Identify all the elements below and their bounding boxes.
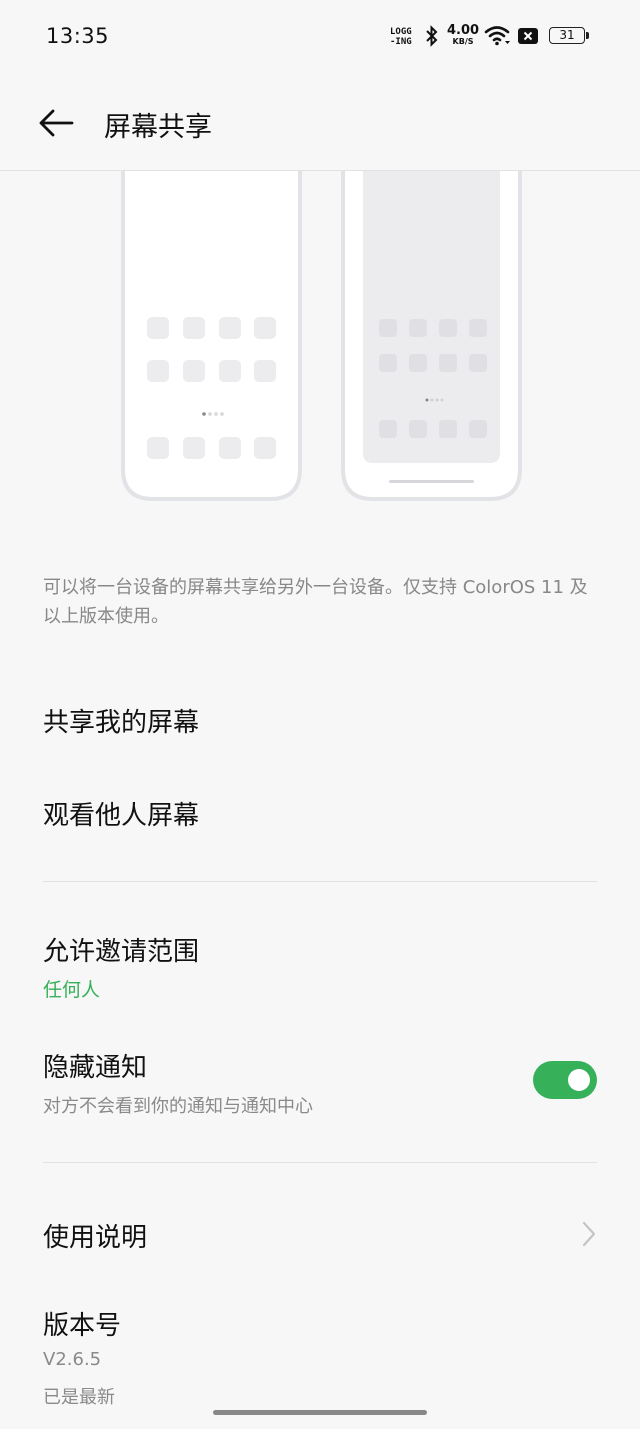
toggle-knob	[568, 1069, 590, 1091]
invite-scope-item[interactable]: 允许邀请范围	[43, 931, 199, 968]
bluetooth-icon	[426, 25, 438, 47]
status-time: 13:35	[46, 24, 110, 48]
network-speed: 4.00 KB/S	[447, 23, 480, 46]
chevron-right-icon[interactable]	[580, 1220, 598, 1248]
wifi-icon	[484, 26, 510, 46]
screen-share-illustration	[121, 171, 522, 501]
divider	[43, 1162, 597, 1163]
page-title: 屏幕共享	[104, 112, 212, 143]
usage-instructions-item[interactable]: 使用说明	[43, 1217, 147, 1254]
version-status: 已是最新	[43, 1387, 115, 1408]
battery-tip	[586, 32, 589, 39]
battery-icon: 31	[549, 27, 585, 44]
back-arrow-icon[interactable]	[38, 108, 78, 138]
version-value: V2.6.5	[43, 1349, 102, 1370]
feature-description: 可以将一台设备的屏幕共享给另外一台设备。仅支持 ColorOS 11 及以上版本…	[43, 577, 588, 627]
version-label: 版本号	[43, 1311, 122, 1341]
app-header: 屏幕共享	[0, 70, 640, 171]
hide-notifications-desc: 对方不会看到你的通知与通知中心	[43, 1096, 313, 1117]
status-bar: 13:35 LOGG -ING 4.00 KB/S 31	[0, 0, 640, 70]
hide-notifications-label: 隐藏通知	[43, 1053, 148, 1083]
invite-scope-value: 任何人	[43, 979, 101, 1001]
no-sim-icon	[518, 28, 538, 44]
hide-notifications-toggle[interactable]	[533, 1061, 597, 1099]
view-others-screen-item[interactable]: 观看他人屏幕	[43, 795, 199, 832]
share-my-screen-item[interactable]: 共享我的屏幕	[43, 702, 199, 739]
divider	[43, 881, 597, 882]
logging-indicator: LOGG -ING	[390, 27, 412, 47]
home-indicator[interactable]	[213, 1410, 427, 1415]
